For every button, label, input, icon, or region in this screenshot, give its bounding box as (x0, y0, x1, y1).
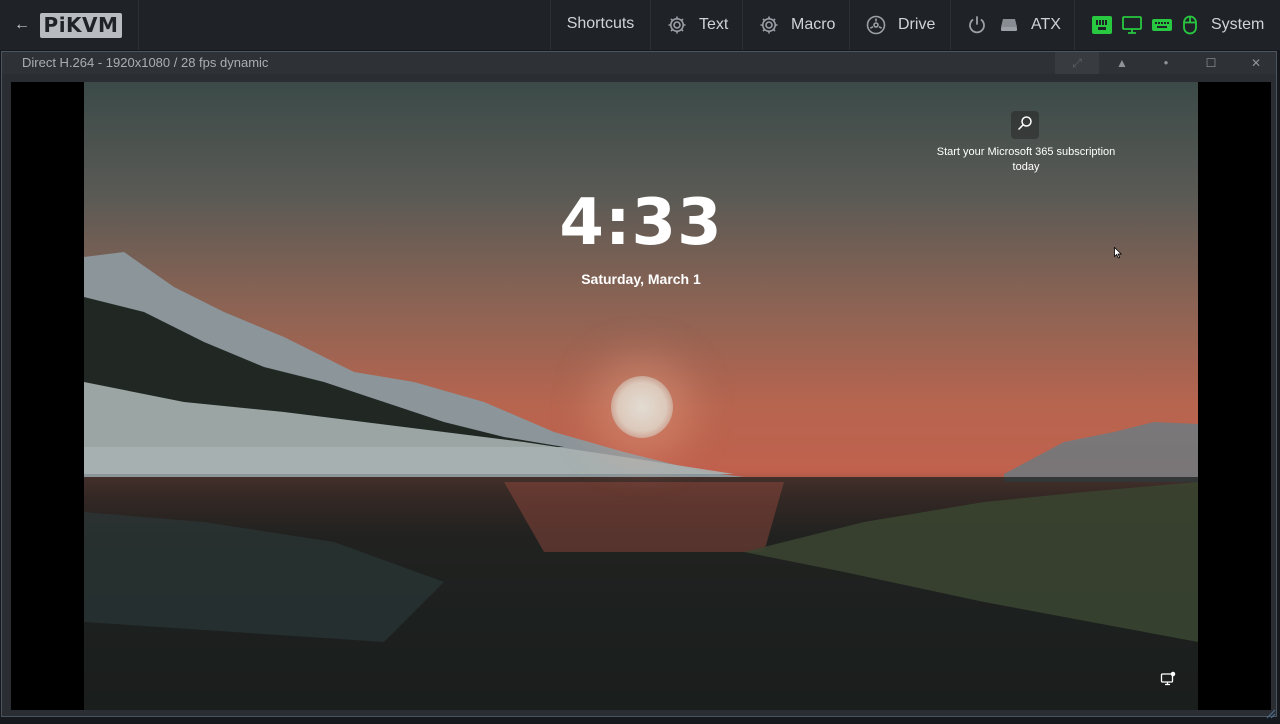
shortcuts-label: Shortcuts (566, 15, 635, 32)
sun (611, 376, 673, 438)
hdd-icon (999, 15, 1019, 35)
atx-label: ATX (1031, 16, 1061, 33)
stream-window: Direct H.264 - 1920x1080 / 28 fps dynami… (1, 51, 1277, 719)
close-button[interactable]: ✕ (1234, 52, 1278, 74)
divider (138, 0, 139, 50)
remote-screen-area[interactable]: 4:33 Saturday, March 1 Start your Micros… (11, 82, 1271, 710)
top-navbar: ← PiKVM Shortcuts Text Macro Drive ATX S… (0, 0, 1280, 50)
maximize-button[interactable]: ☐ (1189, 52, 1233, 74)
mouse-icon (1181, 15, 1199, 35)
lock-screen-clock: 4:33 (559, 186, 723, 260)
search-icon (1017, 115, 1033, 136)
stream-status-button[interactable]: ● (1144, 52, 1188, 74)
atx-menu-button[interactable]: ATX (950, 0, 1074, 50)
system-label: System (1211, 16, 1265, 33)
gear-icon (759, 15, 779, 35)
gear-icon (667, 15, 687, 35)
stream-window-header[interactable]: Direct H.264 - 1920x1080 / 28 fps dynami… (2, 52, 1276, 74)
microsoft-365-promo[interactable]: Start your Microsoft 365 subscription to… (929, 145, 1123, 175)
drive-label: Drive (898, 16, 936, 33)
shortcuts-menu-button[interactable]: Shortcuts (550, 0, 650, 50)
text-label: Text (699, 16, 729, 33)
power-icon (967, 15, 987, 35)
network-status-icon[interactable] (1160, 671, 1176, 692)
keyboard-icon (1151, 15, 1173, 35)
system-menu-button[interactable]: System (1074, 0, 1280, 50)
macro-menu-button[interactable]: Macro (742, 0, 849, 50)
pikvm-logo[interactable]: PiKVM (40, 13, 122, 38)
text-menu-button[interactable]: Text (650, 0, 742, 50)
monitor-icon (1121, 15, 1143, 35)
lock-screen-date: Saturday, March 1 (581, 271, 701, 287)
drive-icon (866, 15, 886, 35)
drive-menu-button[interactable]: Drive (849, 0, 950, 50)
mouse-cursor-icon (1114, 246, 1123, 264)
stream-info-title: Direct H.264 - 1920x1080 / 28 fps dynami… (22, 55, 269, 70)
full-tab-button[interactable]: ⤢ (1055, 52, 1099, 74)
windows-lock-screen[interactable]: 4:33 Saturday, March 1 Start your Micros… (84, 82, 1198, 710)
screenshot-button[interactable]: ▲ (1100, 52, 1144, 74)
back-button[interactable]: ← (14, 14, 30, 36)
network-icon (1091, 15, 1113, 35)
macro-label: Macro (791, 16, 836, 33)
resize-handle-icon[interactable] (1266, 706, 1276, 719)
search-button[interactable] (1011, 111, 1039, 139)
